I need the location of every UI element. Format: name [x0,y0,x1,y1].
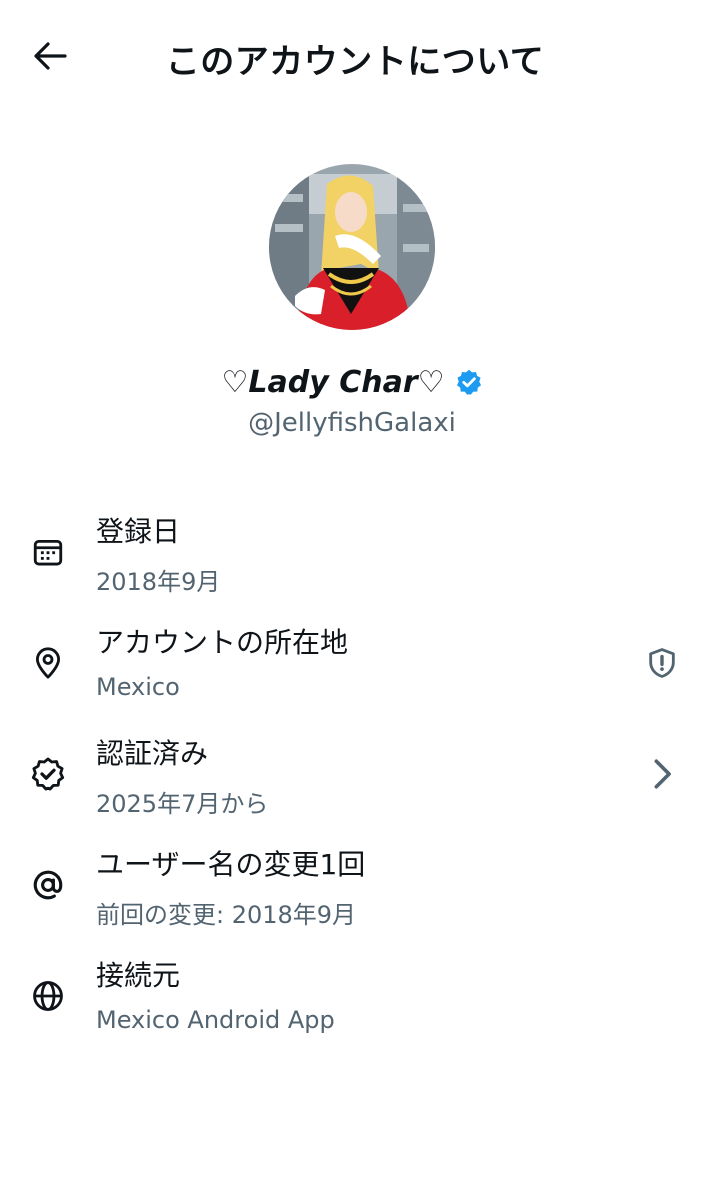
page-title: このアカウントについて [165,42,545,82]
heart-suffix: ♡ [417,364,445,400]
info-row-verified[interactable]: 認証済み 2025年7月から [0,722,704,833]
info-label: 認証済み [96,737,209,770]
info-label: ユーザー名の変更1回 [96,848,366,881]
at-sign-icon [28,865,68,905]
info-label: 接続元 [96,959,181,992]
info-row-connected-via: 接続元 Mexico Android App [0,944,704,1055]
info-value: 2018年9月 [96,568,221,596]
account-info-list: 登録日 2018年9月 アカウントの所在地 Mexico 認証済み 2025年7… [0,500,704,1055]
info-value: 前回の変更: 2018年9月 [96,901,357,929]
info-row-location[interactable]: アカウントの所在地 Mexico [0,611,704,722]
avatar[interactable] [269,164,435,330]
top-bar: このアカウントについて [0,0,704,112]
chevron-right-icon[interactable] [644,756,680,792]
info-value: Mexico [96,673,180,701]
info-value: Mexico Android App [96,1006,335,1034]
info-row-username-changes: ユーザー名の変更1回 前回の変更: 2018年9月 [0,833,704,944]
info-value: 2025年7月から [96,790,269,818]
user-handle[interactable]: @JellyfishGalaxi [0,408,704,438]
info-label: 登録日 [96,515,181,548]
info-label: アカウントの所在地 [96,626,349,659]
globe-icon [28,976,68,1016]
verified-badge-icon [455,368,483,396]
profile-section: ♡ Lady Char ♡ @JellyfishGalaxi [0,164,704,438]
display-name-row: ♡ Lady Char ♡ [0,364,704,400]
heart-prefix: ♡ [221,364,249,400]
calendar-icon [28,532,68,572]
verified-badge-icon [28,754,68,794]
shield-alert-icon[interactable] [644,645,680,681]
display-name: Lady Char [248,364,418,400]
info-row-joined: 登録日 2018年9月 [0,500,704,611]
location-pin-icon [28,643,68,683]
